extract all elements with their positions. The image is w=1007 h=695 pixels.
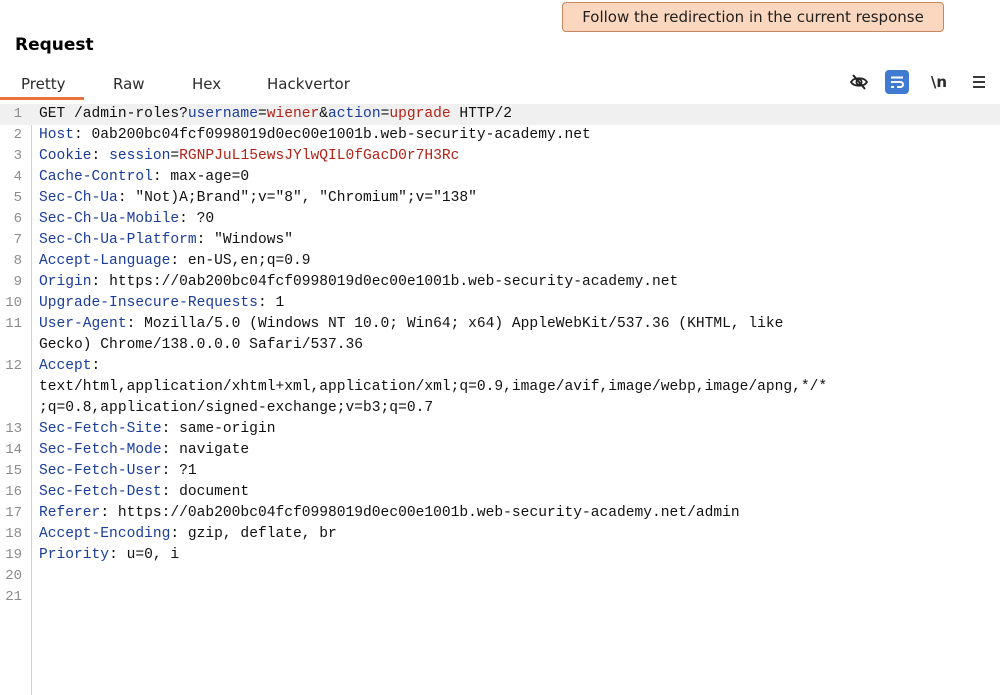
header-line: Origin: https://0ab200bc04fcf0998019d0ec… — [39, 274, 679, 290]
header-line: Referer: https://0ab200bc04fcf0998019d0e… — [39, 505, 740, 521]
editor-line: 21 — [0, 587, 1000, 608]
editor-line: 12 Accept: — [0, 356, 1000, 377]
editor-line: 8 Accept-Language: en-US,en;q=0.9 — [0, 251, 1000, 272]
editor-line: 1 GET /admin-roles?username=wiener&actio… — [0, 104, 1000, 125]
header-line: Upgrade-Insecure-Requests: 1 — [39, 295, 285, 311]
line-number: 20 — [5, 568, 22, 584]
editor-line: 9 Origin: https://0ab200bc04fcf0998019d0… — [0, 272, 1000, 293]
hamburger-menu-icon[interactable] — [967, 70, 991, 94]
editor-line: 11 User-Agent: Mozilla/5.0 (Windows NT 1… — [0, 314, 1000, 335]
editor-line: 20 — [0, 566, 1000, 587]
editor-line: 17 Referer: https://0ab200bc04fcf0998019… — [0, 503, 1000, 524]
tab-pretty[interactable]: Pretty — [0, 72, 84, 100]
editor-line: 2 Host: 0ab200bc04fcf0998019d0ec00e1001b… — [0, 125, 1000, 146]
editor-line: 14 Sec-Fetch-Mode: navigate — [0, 440, 1000, 461]
line-number: 9 — [13, 274, 22, 290]
header-line: Sec-Fetch-Dest: document — [39, 484, 250, 500]
header-line-continuation: Gecko) Chrome/138.0.0.0 Safari/537.36 — [39, 337, 364, 353]
header-line: Priority: u=0, i — [39, 547, 180, 563]
header-line: Sec-Fetch-Site: same-origin — [39, 421, 276, 437]
tab-hex[interactable]: Hex — [192, 72, 221, 97]
line-number: 1 — [13, 106, 22, 122]
line-number: 4 — [13, 169, 22, 185]
editor-toolbar: \n — [847, 70, 997, 94]
line-number: 12 — [5, 358, 22, 374]
editor-line: text/html,application/xhtml+xml,applicat… — [0, 377, 1000, 398]
header-line: Host: 0ab200bc04fcf0998019d0ec00e1001b.w… — [39, 127, 591, 143]
header-line: Sec-Ch-Ua-Mobile: ?0 — [39, 211, 215, 227]
newline-toggle-icon[interactable]: \n — [927, 70, 951, 94]
line-number: 7 — [13, 232, 22, 248]
editor-line: 6 Sec-Ch-Ua-Mobile: ?0 — [0, 209, 1000, 230]
header-line: Sec-Fetch-User: ?1 — [39, 463, 197, 479]
editor-line: ;q=0.8,application/signed-exchange;v=b3;… — [0, 398, 1000, 419]
line-number: 17 — [5, 505, 22, 521]
line-number: 11 — [5, 316, 22, 332]
line-number: 10 — [5, 295, 22, 311]
request-line: GET /admin-roles?username=wiener&action=… — [39, 106, 512, 122]
header-line: Accept: — [39, 358, 101, 374]
header-line: Cache-Control: max-age=0 — [39, 169, 250, 185]
line-number: 18 — [5, 526, 22, 542]
editor-line: 15 Sec-Fetch-User: ?1 — [0, 461, 1000, 482]
editor-line: 16 Sec-Fetch-Dest: document — [0, 482, 1000, 503]
line-number: 6 — [13, 211, 22, 227]
header-line-continuation: text/html,application/xhtml+xml,applicat… — [39, 379, 828, 395]
editor-line: 7 Sec-Ch-Ua-Platform: "Windows" — [0, 230, 1000, 251]
line-number: 14 — [5, 442, 22, 458]
request-editor[interactable]: 1 GET /admin-roles?username=wiener&actio… — [0, 104, 1007, 695]
header-line: Sec-Fetch-Mode: navigate — [39, 442, 250, 458]
line-number: 8 — [13, 253, 22, 269]
line-number: 15 — [5, 463, 22, 479]
tab-hackvertor[interactable]: Hackvertor — [267, 72, 350, 97]
editor-line: Gecko) Chrome/138.0.0.0 Safari/537.36 — [0, 335, 1000, 356]
panel-title: Request — [15, 35, 94, 55]
editor-line: 18 Accept-Encoding: gzip, deflate, br — [0, 524, 1000, 545]
line-number: 16 — [5, 484, 22, 500]
editor-line: 5 Sec-Ch-Ua: "Not)A;Brand";v="8", "Chrom… — [0, 188, 1000, 209]
cookie-line: Cookie: session=RGNPJuL15ewsJYlwQIL0fGac… — [39, 148, 460, 164]
header-line: Sec-Ch-Ua: "Not)A;Brand";v="8", "Chromiu… — [39, 190, 477, 206]
editor-line: 19 Priority: u=0, i — [0, 545, 1000, 566]
editor-line: 10 Upgrade-Insecure-Requests: 1 — [0, 293, 1000, 314]
header-line: Sec-Ch-Ua-Platform: "Windows" — [39, 232, 293, 248]
editor-line: 4 Cache-Control: max-age=0 — [0, 167, 1000, 188]
line-number: 21 — [5, 589, 22, 605]
tooltip-follow-redirection: Follow the redirection in the current re… — [562, 2, 944, 32]
line-number: 3 — [13, 148, 22, 164]
header-line-continuation: ;q=0.8,application/signed-exchange;v=b3;… — [39, 400, 434, 416]
editor-line: 3 Cookie: session=RGNPJuL15ewsJYlwQIL0fG… — [0, 146, 1000, 167]
line-number: 19 — [5, 547, 22, 563]
header-line: Accept-Language: en-US,en;q=0.9 — [39, 253, 311, 269]
header-line: Accept-Encoding: gzip, deflate, br — [39, 526, 337, 542]
wrap-lines-icon[interactable] — [885, 70, 909, 94]
tab-raw[interactable]: Raw — [113, 72, 145, 97]
eye-off-icon[interactable] — [847, 70, 871, 94]
editor-line: 13 Sec-Fetch-Site: same-origin — [0, 419, 1000, 440]
line-number: 2 — [13, 127, 22, 143]
line-number: 13 — [5, 421, 22, 437]
line-number: 5 — [13, 190, 22, 206]
header-line: User-Agent: Mozilla/5.0 (Windows NT 10.0… — [39, 316, 784, 332]
